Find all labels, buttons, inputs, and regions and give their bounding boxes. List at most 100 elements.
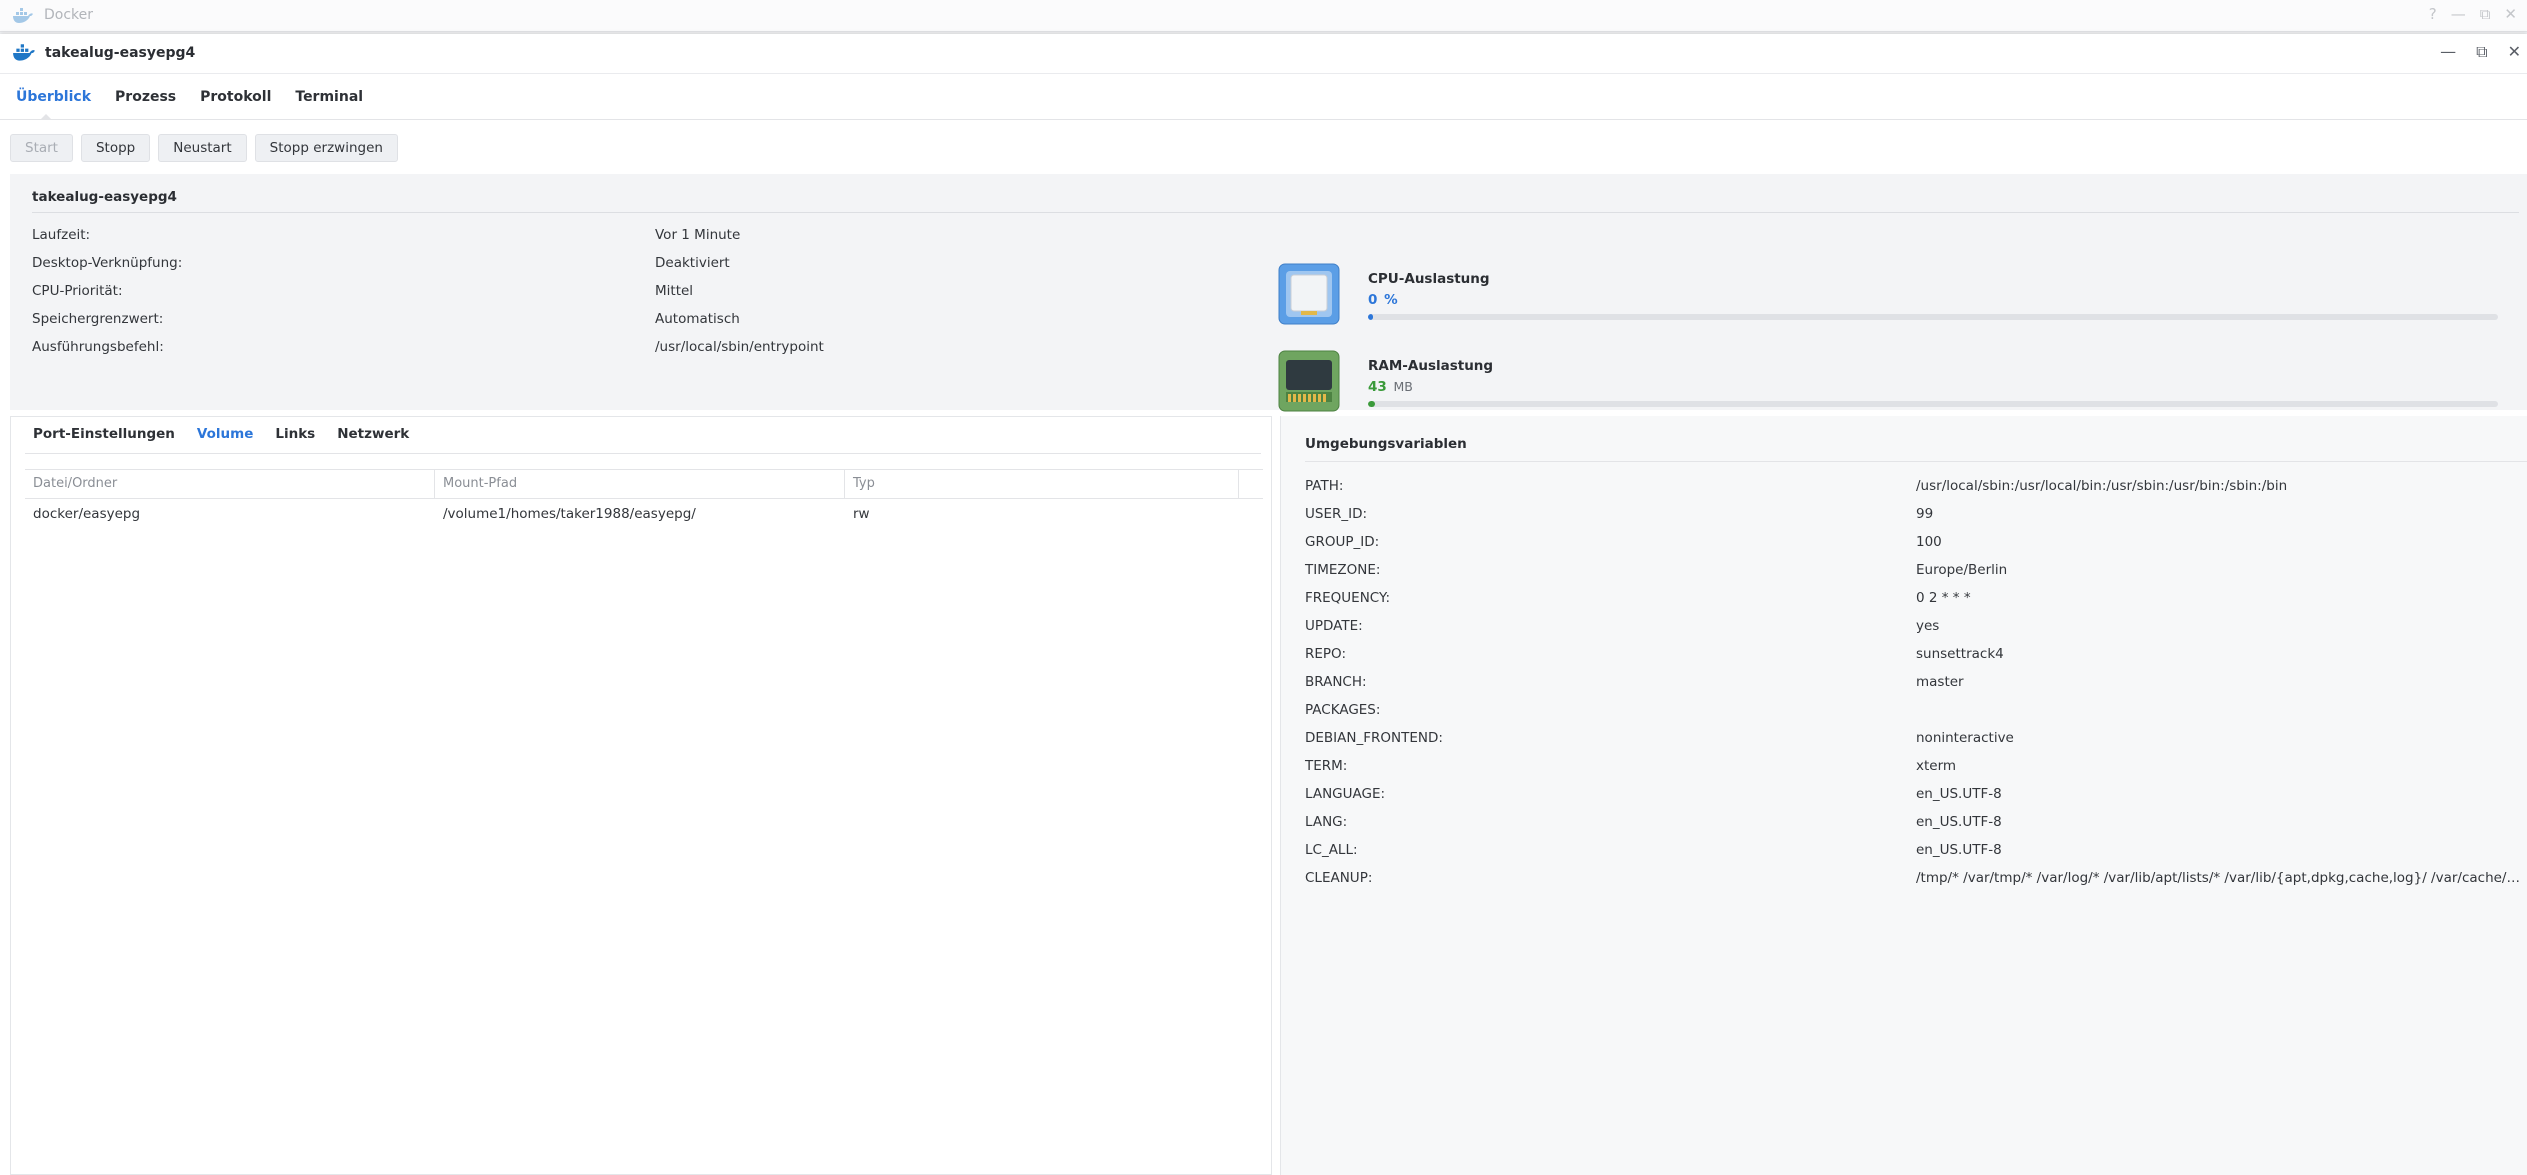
env-row: TIMEZONE: Europe/Berlin — [1305, 556, 2527, 584]
env-key: REPO: — [1305, 646, 1346, 662]
tab-overview[interactable]: Überblick — [10, 74, 103, 120]
environment-list: PATH: /usr/local/sbin:/usr/local/bin:/usr… — [1305, 472, 2527, 892]
env-key: PATH: — [1305, 478, 1344, 494]
info-label: Desktop-Verknüpfung: — [32, 255, 183, 271]
env-key: CLEANUP: — [1305, 870, 1373, 886]
table-row[interactable]: docker/easyepg /volume1/homes/taker1988/… — [25, 499, 1263, 529]
container-window: takealug-easyepg4 — ⧉ ✕ Überblick Prozes… — [0, 34, 2527, 1175]
env-row: BRANCH: master — [1305, 668, 2527, 696]
volume-table: Datei/Ordner Mount-Pfad Typ docker/easye… — [25, 469, 1263, 529]
docker-logo-icon — [12, 8, 34, 28]
env-key: GROUP_ID: — [1305, 534, 1380, 550]
info-value: Automatisch — [655, 311, 740, 327]
env-value: /usr/local/sbin:/usr/local/bin:/usr/sbin… — [1916, 478, 2288, 494]
tab-terminal[interactable]: Terminal — [289, 74, 375, 119]
minimize-icon[interactable]: — — [2451, 5, 2466, 23]
column-header-type[interactable]: Typ — [845, 470, 1239, 498]
env-value: /tmp/* /var/tmp/* /var/log/* /var/lib/ap… — [1916, 870, 2526, 886]
force-stop-button[interactable]: Stopp erzwingen — [254, 134, 398, 162]
outer-app-title: Docker — [44, 7, 94, 23]
docker-logo-icon — [12, 44, 36, 66]
env-row: LANG: en_US.UTF-8 — [1305, 808, 2527, 836]
env-value: 100 — [1916, 534, 1942, 550]
main-tabs: Überblick Prozess Protokoll Terminal — [0, 74, 2527, 120]
env-row: TERM: xterm — [1305, 752, 2527, 780]
env-row: LC_ALL: en_US.UTF-8 — [1305, 836, 2527, 864]
env-value: noninteractive — [1916, 730, 2014, 746]
cpu-number: 0 — [1368, 292, 1378, 308]
info-label: CPU-Priorität: — [32, 283, 123, 299]
column-header-file-folder[interactable]: Datei/Ordner — [25, 470, 435, 498]
window-title: takealug-easyepg4 — [45, 45, 196, 61]
cpu-icon — [1278, 263, 1340, 325]
restart-button[interactable]: Neustart — [158, 134, 247, 162]
info-value: Deaktiviert — [655, 255, 730, 271]
settings-panel: Port-Einstellungen Volume Links Netzwerk… — [10, 416, 1272, 1175]
ram-label: RAM-Auslastung — [1368, 358, 1494, 374]
ram-number: 43 — [1368, 379, 1387, 395]
tab-volume[interactable]: Volume — [187, 417, 265, 453]
stop-button[interactable]: Stopp — [80, 134, 151, 162]
restore-icon[interactable]: ⧉ — [2476, 42, 2487, 62]
table-header: Datei/Ordner Mount-Pfad Typ — [25, 469, 1263, 499]
overview-panel: takealug-easyepg4 Laufzeit: Vor 1 Minute… — [10, 174, 2527, 412]
env-value: en_US.UTF-8 — [1916, 814, 2002, 830]
env-value: 0 2 * * * — [1916, 590, 1971, 606]
tab-process[interactable]: Prozess — [109, 74, 188, 119]
tab-log[interactable]: Protokoll — [194, 74, 283, 119]
divider — [32, 212, 2519, 213]
env-row: FREQUENCY: 0 2 * * * — [1305, 584, 2527, 612]
env-row: PATH: /usr/local/sbin:/usr/local/bin:/usr… — [1305, 472, 2527, 500]
env-key: LC_ALL: — [1305, 842, 1358, 858]
start-button[interactable]: Start — [10, 134, 73, 162]
environment-title: Umgebungsvariablen — [1305, 436, 1467, 452]
cpu-unit: % — [1384, 292, 1398, 308]
ram-progress-bar — [1368, 401, 2498, 407]
info-value: /usr/local/sbin/entrypoint — [655, 339, 824, 355]
env-value: en_US.UTF-8 — [1916, 842, 2002, 858]
env-row: LANGUAGE: en_US.UTF-8 — [1305, 780, 2527, 808]
env-row: REPO: sunsettrack4 — [1305, 640, 2527, 668]
env-row: GROUP_ID: 100 — [1305, 528, 2527, 556]
env-key: USER_ID: — [1305, 506, 1368, 522]
close-icon[interactable]: ✕ — [2504, 5, 2517, 23]
outer-app-bar: Docker ? — ⧉ ✕ — [0, 0, 2527, 32]
action-toolbar: Start Stopp Neustart Stopp erzwingen — [10, 134, 398, 162]
cpu-value: 0 % — [1368, 292, 1398, 308]
minimize-icon[interactable]: — — [2440, 42, 2456, 62]
tab-network[interactable]: Netzwerk — [327, 417, 421, 453]
env-row: USER_ID: 99 — [1305, 500, 2527, 528]
table-cell: docker/easyepg — [33, 506, 141, 522]
env-value: Europe/Berlin — [1916, 562, 2008, 578]
column-header-extra — [1239, 470, 1263, 498]
divider — [25, 453, 1261, 454]
env-key: UPDATE: — [1305, 618, 1363, 634]
env-value: master — [1916, 674, 1964, 690]
divider — [1305, 461, 2527, 462]
info-value: Mittel — [655, 283, 694, 299]
env-key: FREQUENCY: — [1305, 590, 1391, 606]
env-key: LANGUAGE: — [1305, 786, 1386, 802]
env-key: DEBIAN_FRONTEND: — [1305, 730, 1443, 746]
ram-icon — [1278, 350, 1340, 412]
env-value: en_US.UTF-8 — [1916, 786, 2002, 802]
env-key: TIMEZONE: — [1305, 562, 1381, 578]
ram-value: 43 MB — [1368, 379, 1413, 395]
close-icon[interactable]: ✕ — [2508, 42, 2521, 62]
tab-links[interactable]: Links — [265, 417, 327, 453]
settings-tabs: Port-Einstellungen Volume Links Netzwerk — [23, 417, 421, 453]
restore-icon[interactable]: ⧉ — [2480, 5, 2491, 23]
window-header: takealug-easyepg4 — ⧉ ✕ — [0, 34, 2527, 74]
help-icon[interactable]: ? — [2429, 5, 2437, 23]
env-key: PACKAGES: — [1305, 702, 1381, 718]
env-row: PACKAGES: — [1305, 696, 2527, 724]
env-key: TERM: — [1305, 758, 1348, 774]
environment-panel: Umgebungsvariablen PATH: /usr/local/sbin:… — [1280, 416, 2527, 1175]
tab-port-settings[interactable]: Port-Einstellungen — [23, 417, 187, 453]
info-label: Speichergrenzwert: — [32, 311, 164, 327]
env-value: sunsettrack4 — [1916, 646, 2004, 662]
column-header-mount-path[interactable]: Mount-Pfad — [435, 470, 845, 498]
cpu-progress-fill — [1368, 314, 1373, 320]
cpu-label: CPU-Auslastung — [1368, 271, 1490, 287]
env-key: BRANCH: — [1305, 674, 1367, 690]
